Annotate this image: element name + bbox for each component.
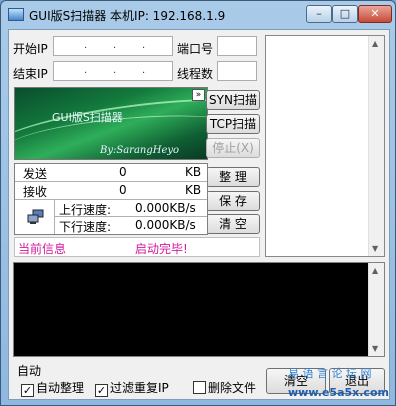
checkmark-icon: ✓	[95, 384, 108, 397]
log-scrollbar[interactable]: ▲ ▼	[368, 263, 384, 356]
auto-organize-checkbox[interactable]: ✓ 自动整理	[21, 379, 85, 397]
stats-row-download: 下行速度: 0.000KB/s	[55, 217, 207, 234]
scroll-up-icon[interactable]: ▲	[372, 39, 378, 48]
window-title: GUI版S扫描器 本机IP: 192.168.1.9	[29, 9, 226, 23]
clear-button[interactable]: 清 空	[206, 214, 260, 234]
organize-button[interactable]: 整 理	[206, 167, 260, 187]
watermark-text: 易 语 言 论 坛 网	[288, 367, 372, 380]
end-ip-label: 结束IP	[13, 67, 48, 81]
app-icon	[8, 8, 24, 21]
ip-dot: .	[113, 65, 117, 76]
expand-icon[interactable]: »	[192, 89, 205, 101]
network-icon	[27, 209, 44, 224]
banner-credit: By:SarangHeyo	[100, 145, 180, 156]
client-area: 开始IP . . . 端口号 结束IP . . . 线程数 GUI版S扫描器 B…	[8, 29, 390, 400]
send-value: 0	[119, 165, 127, 179]
download-speed-label: 下行速度:	[59, 220, 112, 234]
title-bar[interactable]: GUI版S扫描器 本机IP: 192.168.1.9 – □ ✕	[1, 1, 395, 29]
app-window: GUI版S扫描器 本机IP: 192.168.1.9 – □ ✕ 开始IP . …	[0, 0, 396, 406]
traffic-stats: 发送 0 KB 接收 0 KB 上行速度: 0.000KB/s 下行速度: 0.…	[14, 163, 208, 235]
save-button[interactable]: 保 存	[206, 191, 260, 211]
start-ip-label: 开始IP	[13, 42, 48, 56]
checkmark-icon: ✓	[21, 384, 34, 397]
syn-scan-button[interactable]: SYN扫描	[206, 90, 260, 110]
banner-image: GUI版S扫描器 By:SarangHeyo »	[14, 87, 208, 160]
recv-value: 0	[119, 183, 127, 197]
send-unit: KB	[185, 165, 202, 179]
end-ip-input[interactable]: . . .	[53, 61, 173, 81]
recv-unit: KB	[185, 183, 202, 197]
auto-group-label: 自动	[17, 364, 42, 378]
filter-dup-ip-checkbox[interactable]: ✓ 过滤重复IP	[95, 379, 169, 397]
recv-label: 接收	[23, 185, 48, 199]
auto-organize-label: 自动整理	[36, 381, 85, 395]
port-input[interactable]	[217, 36, 257, 56]
scroll-down-icon[interactable]: ▼	[372, 344, 378, 353]
ip-dot: .	[142, 40, 146, 51]
watermark-url: www.e5a5x.com	[288, 386, 389, 399]
upload-speed-label: 上行速度:	[59, 203, 112, 217]
threads-label: 线程数	[177, 67, 214, 81]
tcp-scan-button[interactable]: TCP扫描	[206, 114, 260, 134]
scroll-down-icon[interactable]: ▼	[372, 244, 378, 253]
delete-file-label: 删除文件	[208, 381, 257, 395]
stop-button[interactable]: 停止(X)	[206, 138, 260, 158]
maximize-button[interactable]: □	[332, 5, 358, 23]
ip-dot: .	[84, 40, 88, 51]
ip-dot: .	[142, 65, 146, 76]
result-list-scrollbar[interactable]: ▲ ▼	[368, 36, 384, 256]
scroll-up-icon[interactable]: ▲	[372, 266, 378, 275]
download-speed-value: 0.000KB/s	[135, 218, 196, 232]
threads-input[interactable]	[217, 61, 257, 81]
start-ip-input[interactable]: . . .	[53, 36, 173, 56]
ip-dot: .	[113, 40, 117, 51]
stats-row-recv: 接收 0 KB	[15, 182, 207, 200]
result-list[interactable]: ▲ ▼	[265, 35, 385, 257]
filter-dup-ip-label: 过滤重复IP	[110, 381, 169, 395]
stats-row-upload: 上行速度: 0.000KB/s	[55, 200, 207, 217]
status-line: 当前信息 启动完毕!	[14, 237, 260, 257]
ip-dot: .	[84, 65, 88, 76]
send-label: 发送	[23, 167, 48, 181]
close-button[interactable]: ✕	[358, 5, 392, 23]
banner-title: GUI版S扫描器	[52, 111, 123, 124]
upload-speed-value: 0.000KB/s	[135, 201, 196, 215]
stats-row-send: 发送 0 KB	[15, 164, 207, 182]
port-label: 端口号	[177, 42, 214, 56]
status-message: 启动完毕!	[135, 242, 188, 256]
empty-checkbox-icon	[193, 381, 206, 394]
status-label: 当前信息	[18, 242, 67, 256]
minimize-button[interactable]: –	[306, 5, 332, 23]
log-console[interactable]: ▲ ▼	[13, 262, 385, 357]
network-cell	[15, 200, 55, 234]
delete-file-checkbox[interactable]: 删除文件	[193, 379, 257, 395]
